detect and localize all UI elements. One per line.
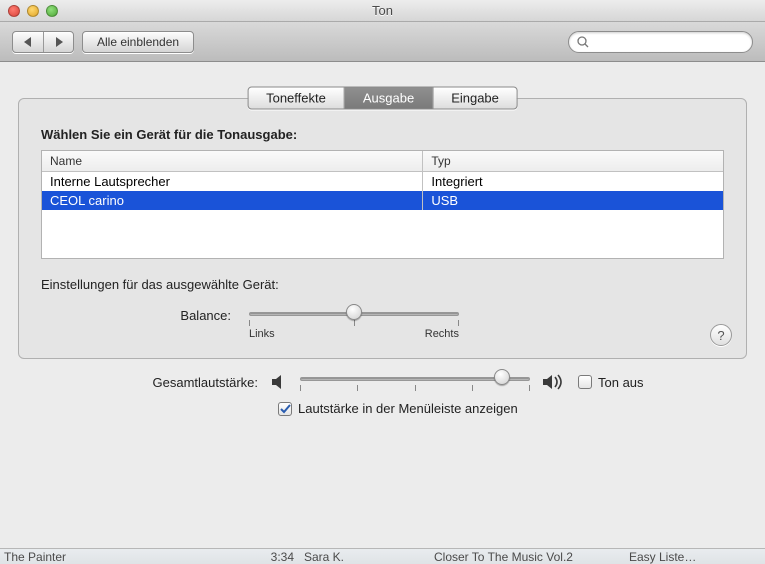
col-type[interactable]: Typ <box>423 151 723 171</box>
output-device-table: Name Typ Interne Lautsprecher Integriert… <box>41 150 724 259</box>
close-window-button[interactable] <box>8 5 20 17</box>
tab-input[interactable]: Eingabe <box>432 88 517 109</box>
tab-output[interactable]: Ausgabe <box>344 88 432 109</box>
device-name: CEOL carino <box>42 191 423 210</box>
bg-col-time: 3:34 <box>244 550 304 564</box>
show-all-label: Alle einblenden <box>97 35 179 49</box>
bg-col-genre: Easy Liste… <box>629 550 696 564</box>
master-volume-slider[interactable] <box>300 373 530 391</box>
help-button[interactable]: ? <box>710 324 732 346</box>
settings-lead: Einstellungen für das ausgewählte Gerät: <box>41 277 724 292</box>
search-icon <box>577 36 589 48</box>
nav-back-forward <box>12 31 74 53</box>
mute-label: Ton aus <box>598 375 644 390</box>
prefs-toolbar: Alle einblenden <box>0 22 765 62</box>
device-table-header: Name Typ <box>42 151 723 172</box>
master-volume-slider-thumb[interactable] <box>494 369 510 385</box>
balance-right-label: Rechts <box>425 328 459 340</box>
col-name[interactable]: Name <box>42 151 423 171</box>
master-volume-area: Gesamtlautstärke: Ton aus <box>18 359 747 416</box>
show-in-menubar-label: Lautstärke in der Menüleiste anzeigen <box>298 401 518 416</box>
bg-col-artist: Sara K. <box>304 550 434 564</box>
balance-label: Balance: <box>161 308 231 323</box>
background-app-row: The Painter 3:34 Sara K. Closer To The M… <box>0 548 765 564</box>
device-row[interactable]: CEOL carino USB <box>42 191 723 210</box>
search-input[interactable] <box>595 35 744 49</box>
window-title: Ton <box>58 3 707 18</box>
balance-slider[interactable]: Links Rechts <box>249 308 459 340</box>
bg-col-title: The Painter <box>4 550 244 564</box>
balance-left-label: Links <box>249 328 275 340</box>
traffic-lights <box>8 5 58 17</box>
device-name: Interne Lautsprecher <box>42 172 423 191</box>
speaker-high-icon <box>542 373 566 391</box>
master-volume-label: Gesamtlautstärke: <box>118 375 258 390</box>
tab-output-label: Ausgabe <box>363 91 414 106</box>
mute-checkbox-box[interactable] <box>578 375 592 389</box>
balance-slider-thumb[interactable] <box>346 304 362 320</box>
mute-checkbox[interactable]: Ton aus <box>578 375 644 390</box>
bg-col-album: Closer To The Music Vol.2 <box>434 550 629 564</box>
tab-sound-effects[interactable]: Toneffekte <box>248 88 344 109</box>
output-panel: Wählen Sie ein Gerät für die Tonausgabe:… <box>18 98 747 359</box>
device-type: USB <box>423 191 723 210</box>
window-titlebar: Ton <box>0 0 765 22</box>
tab-sound-effects-label: Toneffekte <box>266 91 326 106</box>
speaker-low-icon <box>270 373 288 391</box>
choose-device-lead: Wählen Sie ein Gerät für die Tonausgabe: <box>41 127 724 142</box>
tab-input-label: Eingabe <box>451 91 499 106</box>
zoom-window-button[interactable] <box>46 5 58 17</box>
show-all-button[interactable]: Alle einblenden <box>82 31 194 53</box>
show-in-menubar-checkbox[interactable]: Lautstärke in der Menüleiste anzeigen <box>278 401 518 416</box>
back-button[interactable] <box>13 32 43 52</box>
search-field[interactable] <box>568 31 753 53</box>
sound-tabs: Toneffekte Ausgabe Eingabe <box>247 87 518 110</box>
device-row[interactable]: Interne Lautsprecher Integriert <box>42 172 723 191</box>
device-type: Integriert <box>423 172 723 191</box>
minimize-window-button[interactable] <box>27 5 39 17</box>
show-in-menubar-checkbox-box[interactable] <box>278 402 292 416</box>
device-table-empty-area[interactable] <box>42 210 723 258</box>
forward-button[interactable] <box>43 32 73 52</box>
